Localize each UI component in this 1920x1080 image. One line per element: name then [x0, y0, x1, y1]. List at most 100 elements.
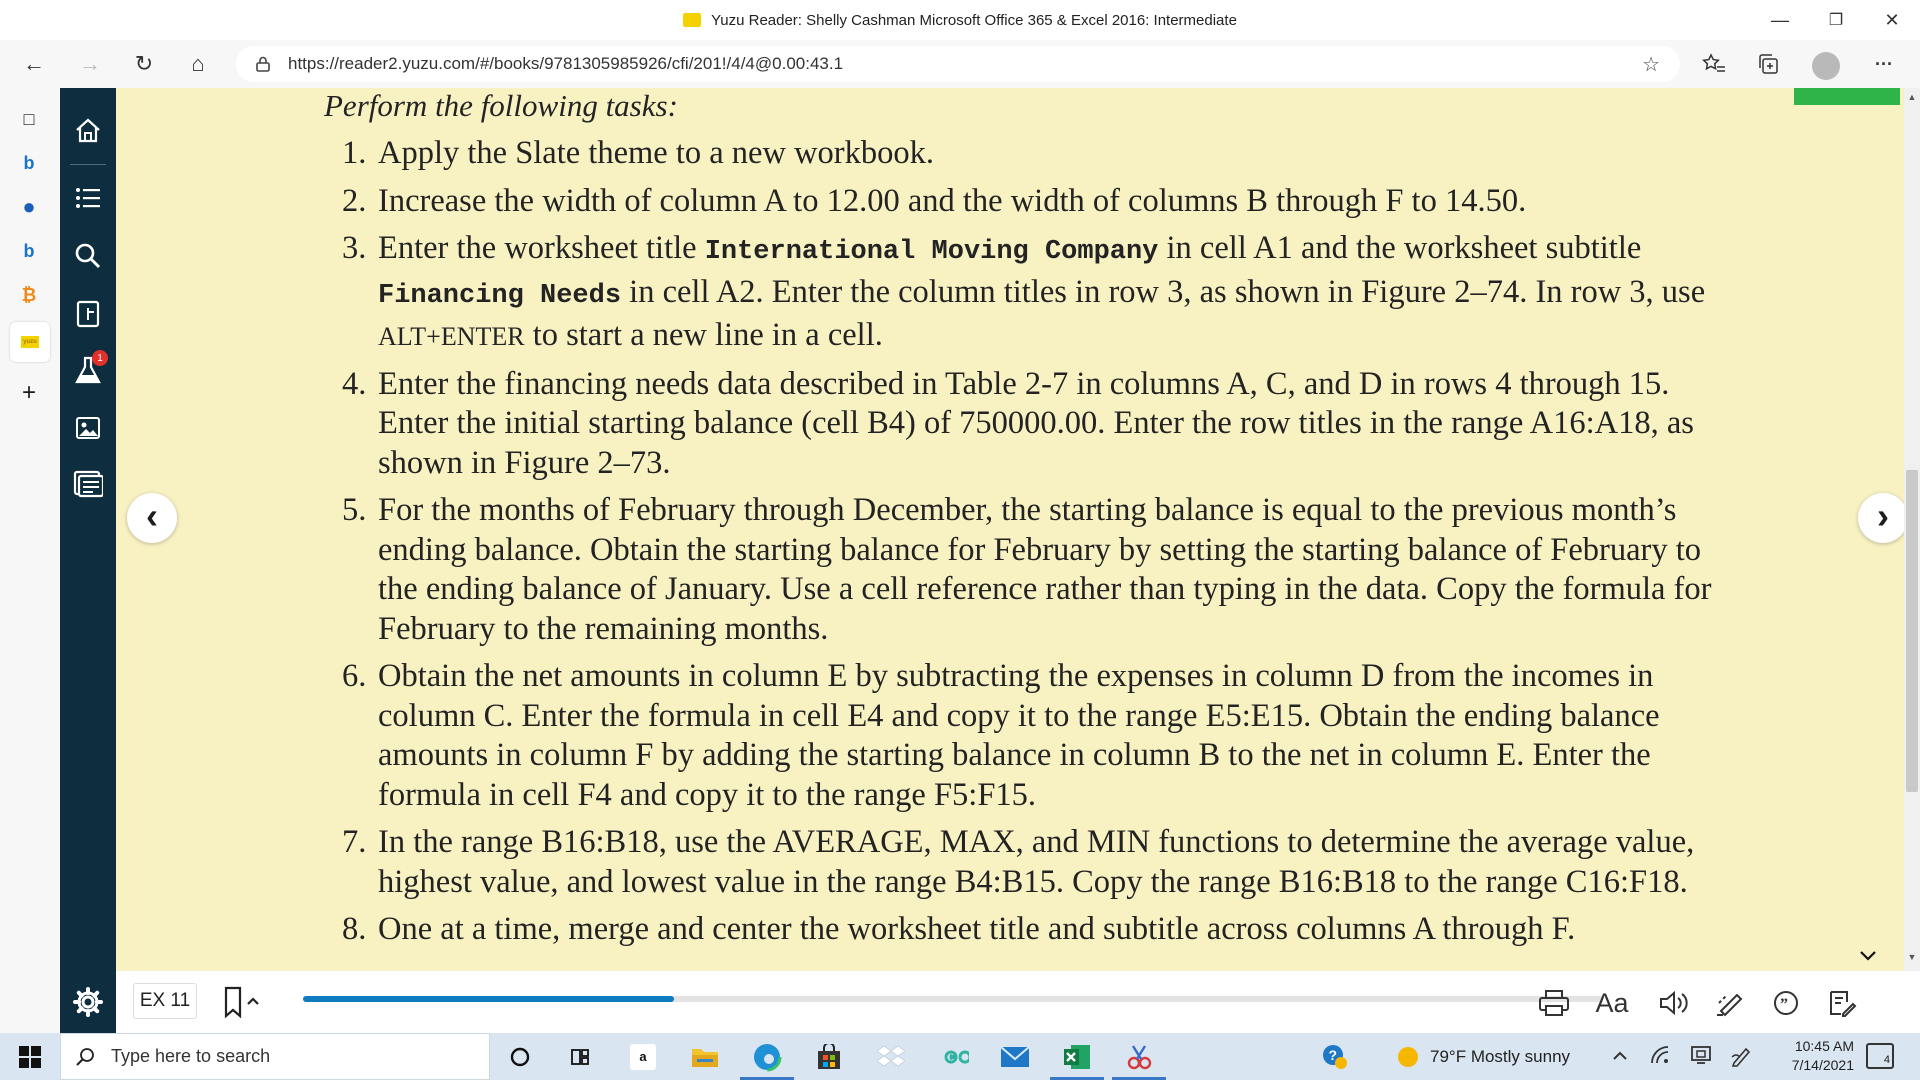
sunny-weather-icon: [1398, 1046, 1418, 1067]
tabs-icon[interactable]: □: [16, 106, 42, 132]
image-gallery-icon[interactable]: [70, 410, 106, 446]
forward-button[interactable]: →: [72, 46, 108, 82]
task-item: 6. Obtain the net amounts in column E by …: [324, 657, 1744, 815]
bing-icon-2[interactable]: b: [16, 238, 42, 264]
profile-avatar[interactable]: [1812, 52, 1840, 80]
page-number-label[interactable]: EX 11: [133, 983, 197, 1019]
reading-progress-fill: [303, 996, 674, 1002]
collections-icon[interactable]: [1750, 46, 1786, 82]
file-explorer-icon[interactable]: [688, 1040, 722, 1074]
amazon-icon[interactable]: a: [626, 1040, 660, 1074]
lock-icon: [256, 56, 270, 72]
restore-button[interactable]: ❐: [1808, 0, 1864, 40]
search-icon[interactable]: [70, 238, 106, 274]
task-item: 4. Enter the financing needs data describ…: [324, 365, 1744, 484]
highlighter-icon[interactable]: [1710, 983, 1750, 1023]
office-icon[interactable]: ●: [16, 194, 42, 220]
minimize-button[interactable]: —: [1752, 0, 1808, 40]
reading-progress-bar[interactable]: [303, 996, 1603, 1002]
task-item: 5. For the months of February through Dec…: [324, 491, 1744, 649]
bing-icon[interactable]: b: [16, 150, 42, 176]
print-icon[interactable]: [1534, 983, 1574, 1023]
task-number: 3.: [342, 230, 367, 266]
chevron-down-icon[interactable]: [1858, 946, 1882, 966]
notebook-edit-icon[interactable]: [1822, 983, 1862, 1023]
task-text: Enter the worksheet title: [378, 230, 705, 266]
system-clock[interactable]: 10:45 AM 7/14/2021: [1764, 1037, 1854, 1075]
weather-text: 79°F Mostly sunny: [1430, 1046, 1571, 1066]
help-icon[interactable]: ?: [1318, 1040, 1352, 1074]
task-item: 8. One at a time, merge and center the wo…: [324, 910, 1744, 950]
favorites-list-icon[interactable]: [1696, 46, 1732, 82]
task-text: Increase the width of column A to 12.00 …: [378, 182, 1527, 219]
excel-icon[interactable]: [1060, 1040, 1094, 1074]
sidebar-divider: [70, 164, 106, 165]
notification-center-icon[interactable]: 4: [1866, 1043, 1894, 1069]
flashcards-icon[interactable]: [70, 296, 106, 332]
back-button[interactable]: ←: [16, 46, 52, 82]
microsoft-store-icon[interactable]: [812, 1040, 846, 1074]
address-bar[interactable]: https://reader2.yuzu.com/#/books/9781305…: [236, 46, 1680, 82]
scrollbar-thumb[interactable]: [1906, 470, 1918, 792]
notification-badge: 1: [92, 350, 108, 366]
key-combo-text: ALT+ENTER: [378, 322, 525, 351]
add-favorite-icon[interactable]: ☆: [1642, 52, 1660, 77]
next-page-button[interactable]: ›: [1858, 493, 1908, 543]
notification-count: 4: [1883, 1054, 1890, 1066]
scroll-down-arrow[interactable]: ▼: [1904, 952, 1920, 966]
weather-widget[interactable]: 79°F Mostly sunny: [1398, 1033, 1570, 1080]
code-text: International Moving Company: [704, 237, 1159, 267]
mail-icon[interactable]: [998, 1040, 1032, 1074]
flask-icon[interactable]: 1: [70, 350, 108, 388]
font-size-button[interactable]: Aa: [1588, 983, 1636, 1023]
chevron-left-icon: ‹: [146, 495, 158, 536]
settings-gear-icon[interactable]: [60, 971, 116, 1033]
read-aloud-icon[interactable]: [1654, 983, 1694, 1023]
bitcoin-icon[interactable]: ₿: [16, 282, 42, 308]
task-number: 7.: [342, 824, 367, 860]
refresh-button[interactable]: ↻: [126, 46, 162, 82]
pen-icon[interactable]: [1730, 1045, 1752, 1072]
task-item: 3. Enter the worksheet title Internationa…: [324, 229, 1744, 357]
wifi-icon[interactable]: [1650, 1045, 1670, 1070]
dropbox-icon[interactable]: [874, 1040, 908, 1074]
task-text: Obtain the net amounts in column E by su…: [378, 658, 1660, 813]
svg-text:”: ”: [1780, 996, 1788, 1013]
home-icon[interactable]: [70, 112, 106, 148]
cortana-icon[interactable]: [503, 1040, 537, 1074]
start-button[interactable]: [0, 1033, 60, 1080]
window-title: Yuzu Reader: Shelly Cashman Microsoft Of…: [711, 11, 1237, 29]
settings-more-button[interactable]: ···: [1866, 46, 1902, 82]
search-icon: [76, 1047, 94, 1066]
task-item: 1. Apply the Slate theme to a new workboo…: [324, 134, 1744, 174]
task-text: In the range B16:B18, use the AVERAGE, M…: [378, 824, 1695, 900]
add-icon[interactable]: +: [16, 379, 42, 406]
reader-bottom-bar: EX 11 Aa ”: [116, 971, 1920, 1033]
previous-page-button[interactable]: ‹: [127, 493, 177, 543]
bookmark-icon[interactable]: [222, 985, 262, 1019]
scroll-up-arrow[interactable]: ▲: [1904, 92, 1920, 106]
notes-icon[interactable]: [70, 466, 106, 502]
highlight-marker: [1794, 88, 1900, 105]
windows-taskbar: Type here to search a ? 79°F Mostly sunn…: [0, 1033, 1920, 1080]
task-text: One at a time, merge and center the work…: [378, 911, 1576, 947]
chevron-up-icon[interactable]: [1612, 1045, 1628, 1066]
citation-icon[interactable]: ”: [1766, 983, 1806, 1023]
edge-browser-icon[interactable]: [750, 1040, 784, 1074]
table-of-contents-icon[interactable]: [70, 180, 106, 216]
taskbar-search-box[interactable]: Type here to search: [60, 1033, 490, 1080]
url-text[interactable]: https://reader2.yuzu.com/#/books/9781305…: [288, 54, 843, 74]
section-lead: Perform the following tasks:: [324, 88, 678, 123]
yuzu-app-icon[interactable]: yuzu: [10, 322, 50, 362]
home-button[interactable]: ⌂: [180, 46, 216, 82]
infinity-app-icon[interactable]: [936, 1040, 970, 1074]
task-view-icon[interactable]: [564, 1040, 598, 1074]
display-icon[interactable]: [1690, 1045, 1712, 1070]
task-number: 5.: [342, 492, 367, 528]
task-number: 1.: [342, 135, 367, 171]
snip-tool-icon[interactable]: [1122, 1040, 1156, 1074]
code-text: Financing Needs: [378, 280, 622, 311]
taskbar-search-placeholder[interactable]: Type here to search: [111, 1046, 270, 1067]
yuzu-logo: yuzu: [21, 336, 39, 348]
close-button[interactable]: ✕: [1864, 0, 1920, 40]
